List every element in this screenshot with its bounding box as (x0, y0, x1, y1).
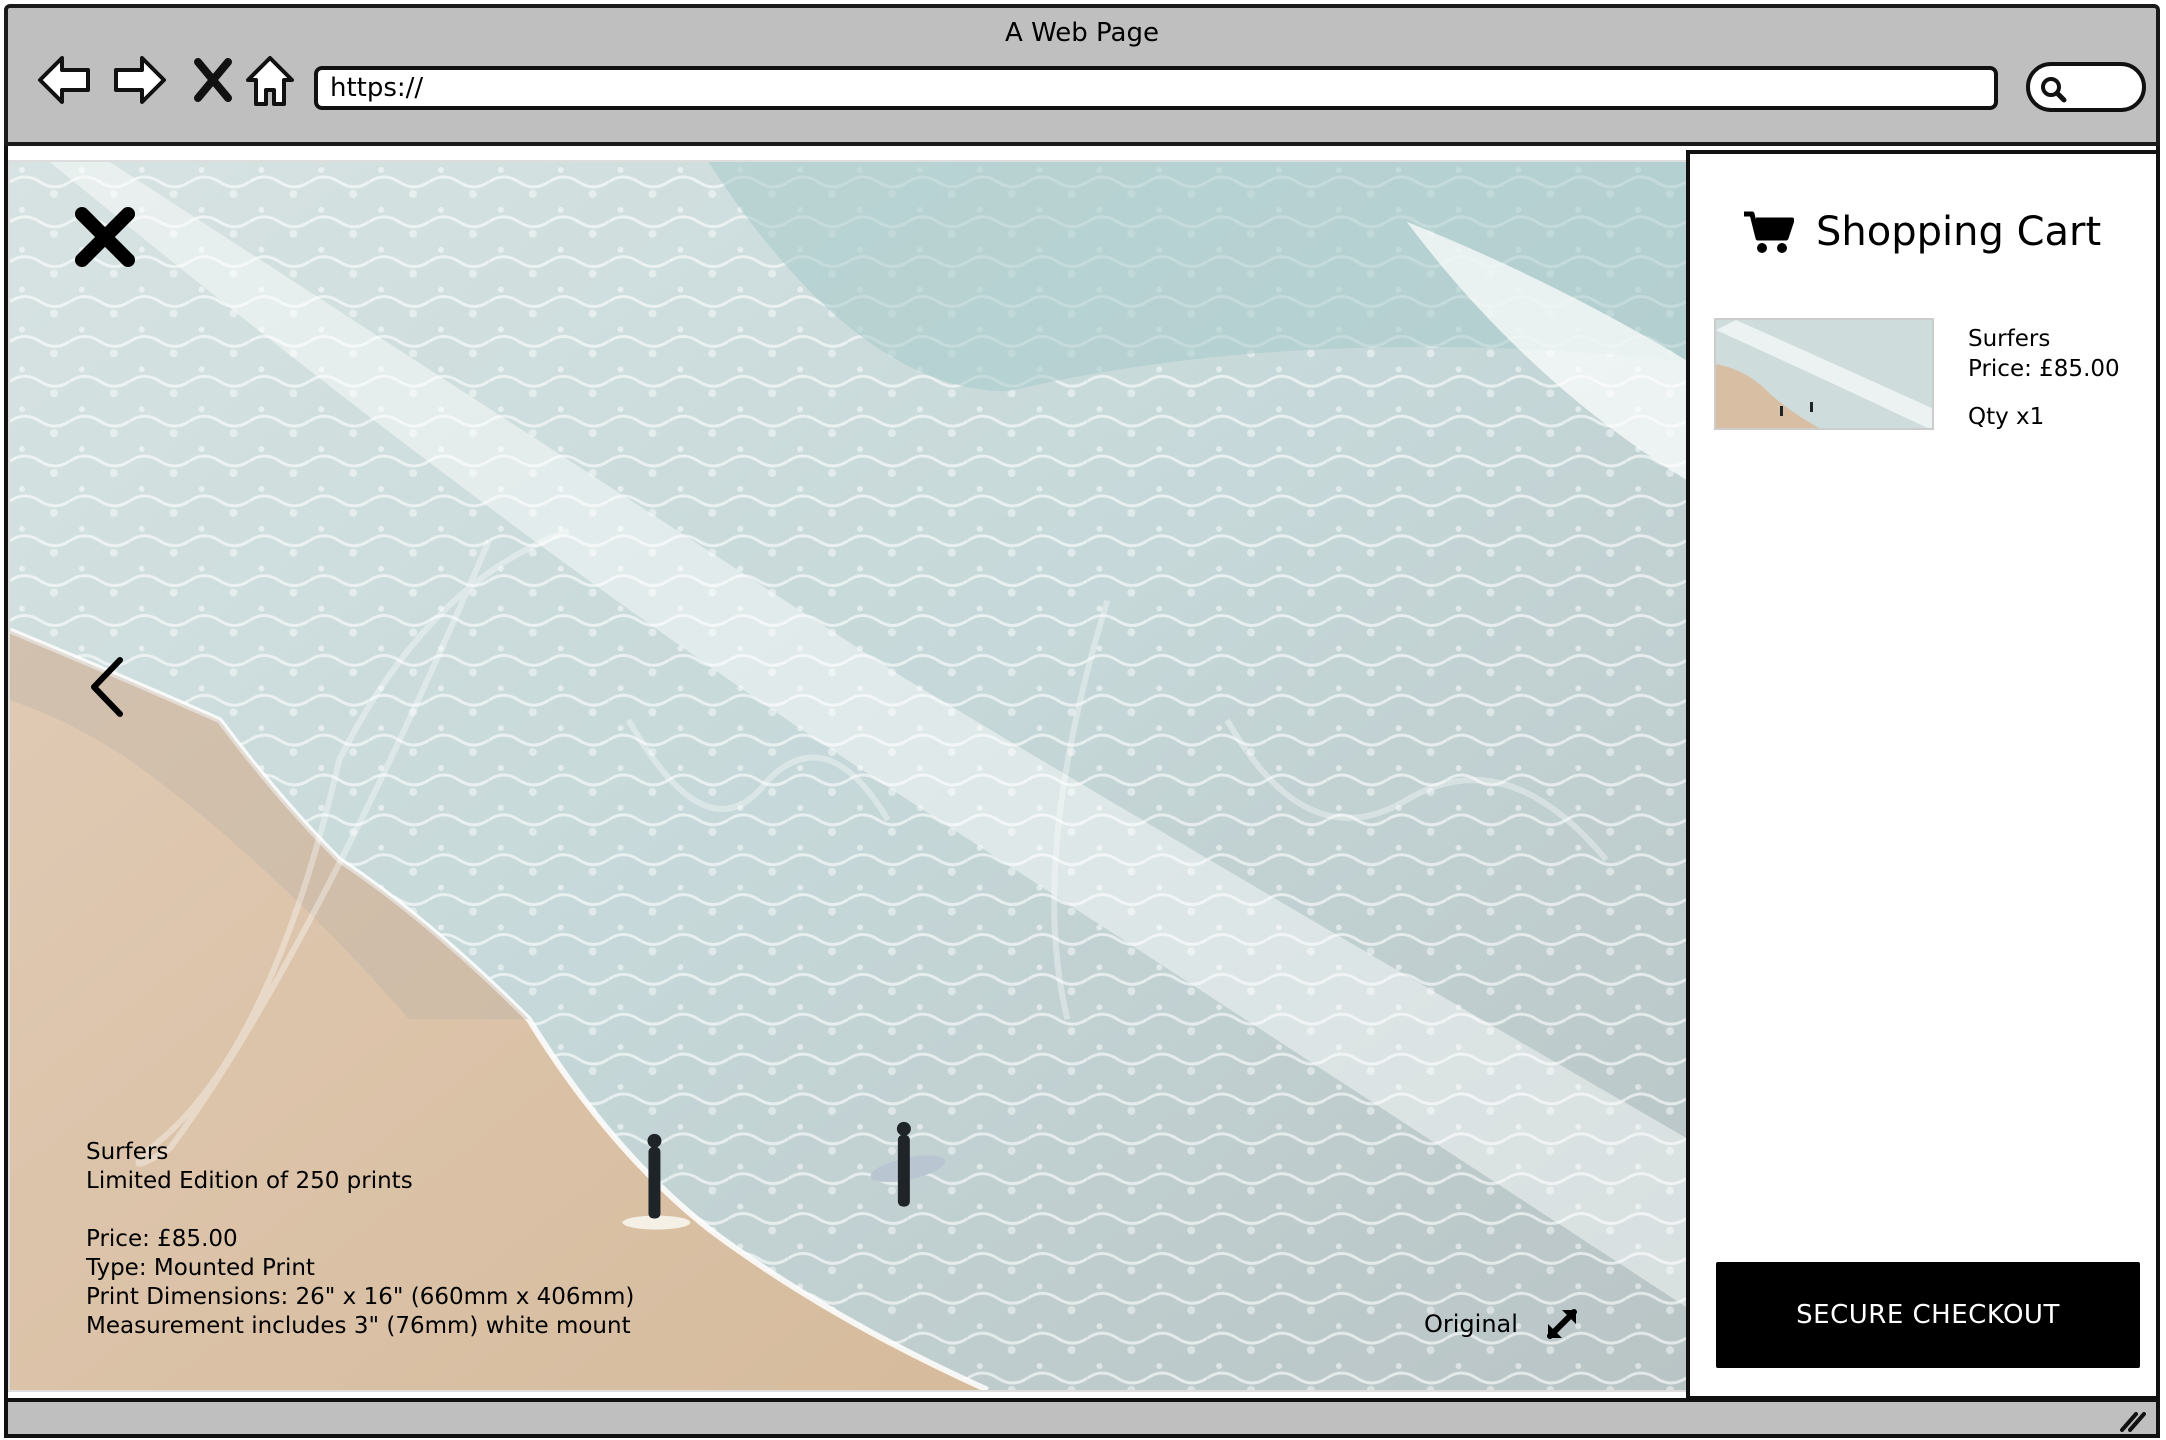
forward-arrow-icon[interactable] (110, 50, 170, 110)
cart-icon (1744, 211, 1794, 253)
url-input[interactable]: https:// (314, 66, 1998, 110)
print-edition: Limited Edition of 250 prints (86, 1168, 413, 1194)
back-arrow-icon[interactable] (34, 50, 94, 110)
browser-window: A Web Page https:// Surfers Limited Edit… (0, 0, 2166, 1440)
browser-toolbar: A Web Page https:// (4, 4, 2160, 146)
print-details: Surfers Limited Edition of 250 prints Pr… (86, 1138, 634, 1341)
resize-grip-icon[interactable] (2118, 1408, 2146, 1432)
original-label: Original (1424, 1310, 1518, 1338)
print-dimensions: Print Dimensions: 26" x 16" (660mm x 406… (86, 1284, 635, 1310)
cart-item-price: Price: £85.00 (1968, 356, 2120, 382)
window-title: A Web Page (1005, 18, 1159, 48)
cart-title: Shopping Cart (1816, 209, 2102, 255)
secure-checkout-button[interactable]: SECURE CHECKOUT (1716, 1262, 2140, 1368)
cart-item-name: Surfers (1968, 326, 2051, 352)
expand-icon (1546, 1309, 1577, 1339)
view-original-button[interactable]: Original (1424, 1300, 1586, 1348)
cart-header: Shopping Cart (1742, 208, 2101, 256)
search-icon (2041, 77, 2067, 103)
home-icon[interactable] (240, 50, 300, 110)
stop-icon[interactable] (184, 50, 244, 110)
search-box[interactable] (2026, 62, 2146, 112)
print-mount: Measurement includes 3" (76mm) white mou… (86, 1313, 631, 1339)
close-icon[interactable] (70, 202, 140, 272)
cart-item-details: Surfers Price: £85.00 Qty x1 (1968, 324, 2120, 432)
cart-item-qty: Qty x1 (1968, 404, 2045, 430)
print-price: Price: £85.00 (86, 1226, 238, 1252)
surfers-thumbnail-image (1716, 320, 1932, 428)
chevron-left-icon[interactable] (82, 652, 132, 722)
status-bar (4, 1398, 2160, 1438)
print-type: Type: Mounted Print (86, 1255, 315, 1281)
photo-viewer: Surfers Limited Edition of 250 prints Pr… (8, 160, 1690, 1392)
cart-item-thumbnail[interactable] (1714, 318, 1934, 430)
print-title: Surfers (86, 1139, 169, 1165)
shopping-cart-panel: Shopping Cart Surfers Price: £85.00 Qty … (1686, 150, 2160, 1400)
